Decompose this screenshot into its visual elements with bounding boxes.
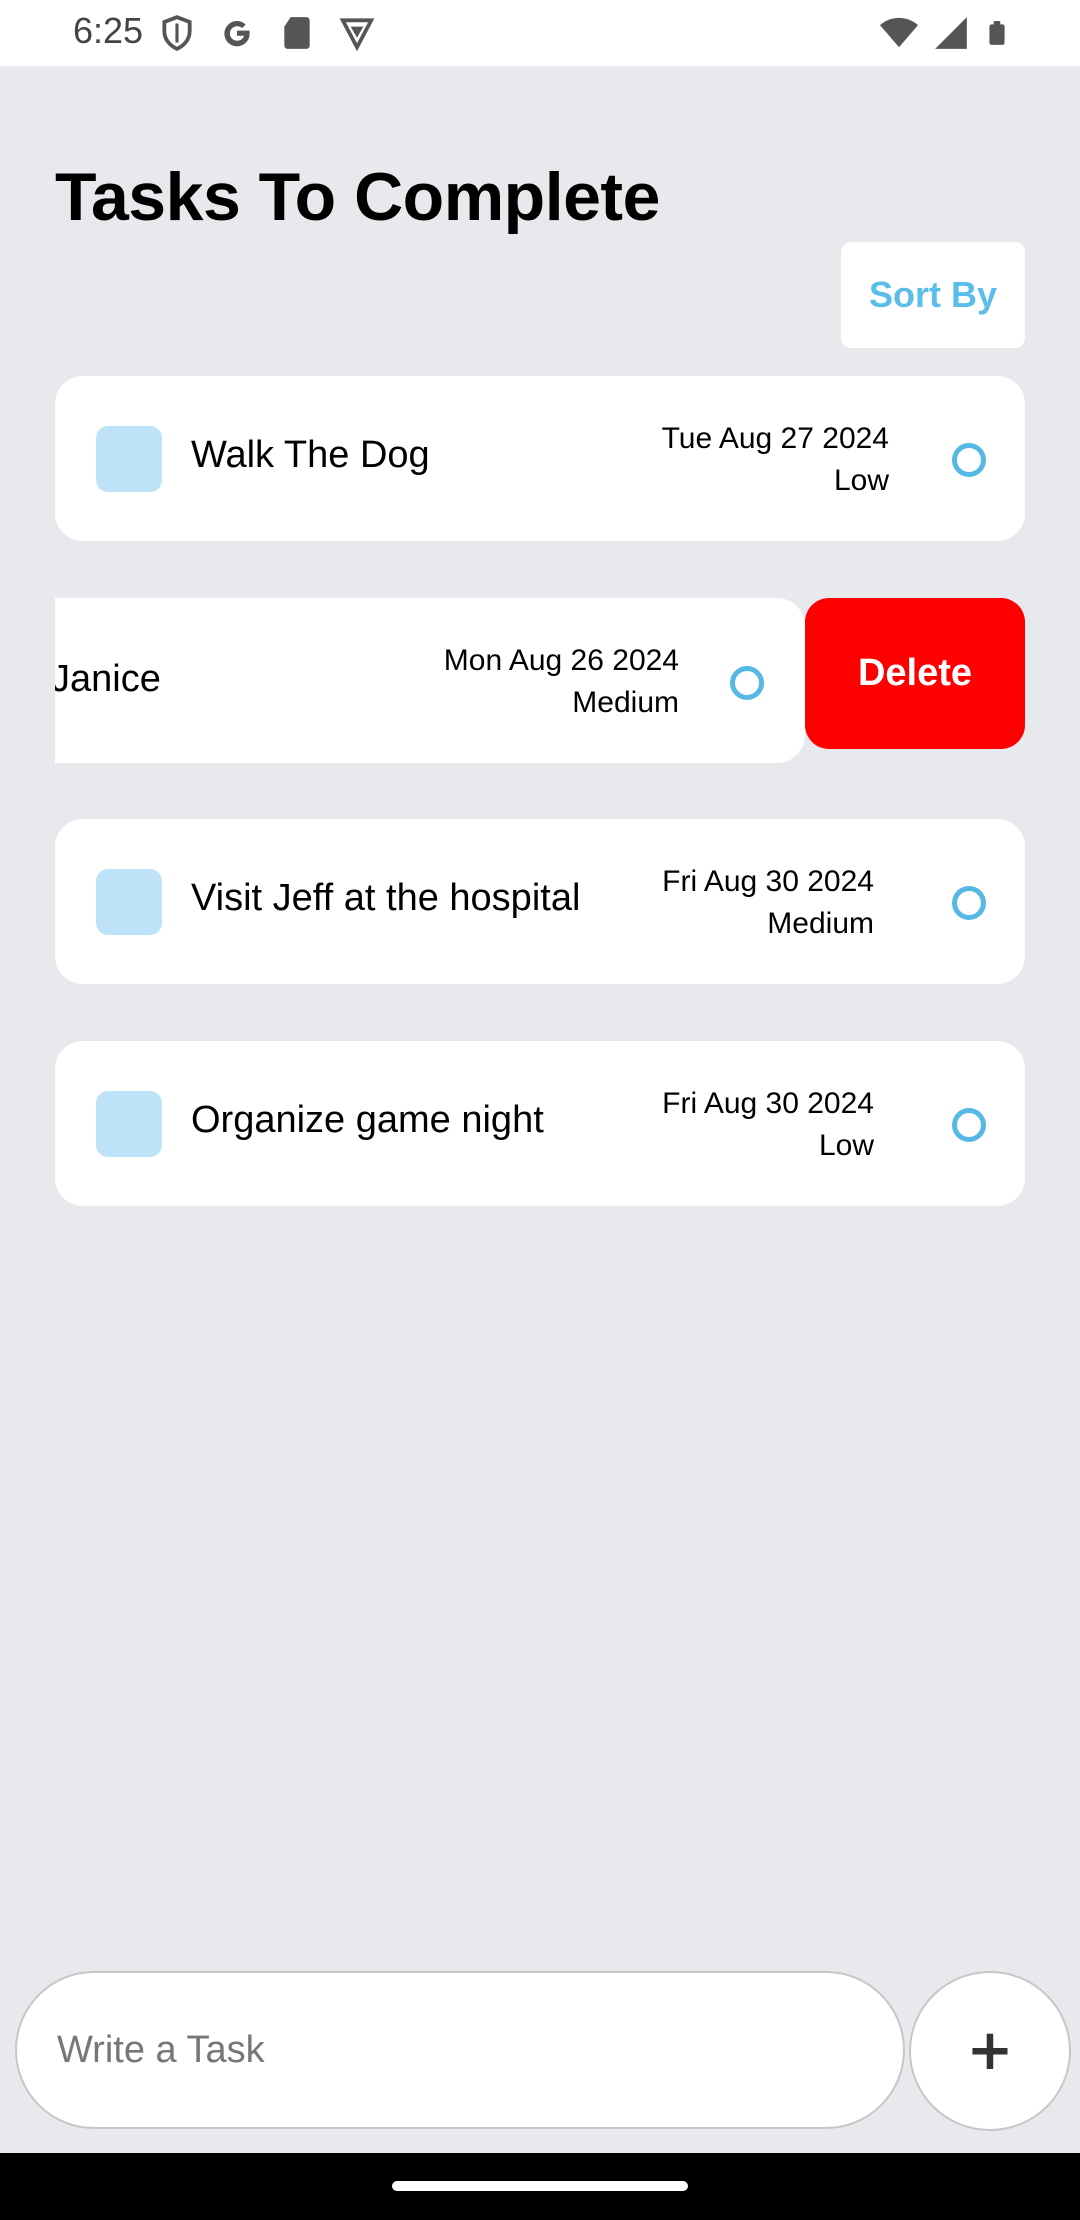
status-bar: 6:25 xyxy=(0,0,1080,66)
delete-button[interactable]: Delete xyxy=(805,598,1025,749)
task-meta: Fri Aug 30 2024 Medium xyxy=(662,861,874,945)
status-notification-icons xyxy=(158,14,376,52)
task-title: Organize game night xyxy=(191,1099,544,1141)
task-priority: Medium xyxy=(572,686,679,719)
home-indicator[interactable] xyxy=(392,2181,688,2191)
task-checkbox[interactable] xyxy=(96,1091,162,1157)
task-priority: Low xyxy=(833,464,889,497)
task-priority: Low xyxy=(818,1129,874,1162)
shield-icon xyxy=(162,15,192,51)
add-task-button[interactable]: + xyxy=(909,1971,1071,2131)
task-date: Tue Aug 27 2024 xyxy=(661,422,889,455)
page-title: Tasks To Complete xyxy=(55,159,660,235)
task-card[interactable]: Walk The Dog Tue Aug 27 2024 Low xyxy=(55,376,1025,541)
status-time: 6:25 xyxy=(73,10,144,51)
task-priority: Medium xyxy=(767,907,874,940)
task-checkbox[interactable] xyxy=(96,869,162,935)
signal-icon xyxy=(935,17,967,49)
task-meta: Fri Aug 30 2024 Low xyxy=(662,1083,874,1167)
task-card[interactable]: Visit Jeff at the hospital Fri Aug 30 20… xyxy=(55,819,1025,984)
task-title: Walk The Dog xyxy=(191,434,430,476)
task-input[interactable] xyxy=(15,1971,905,2129)
task-meta: Mon Aug 26 2024 Medium xyxy=(444,640,679,724)
vpn-icon xyxy=(339,18,375,52)
task-meta: Tue Aug 27 2024 Low xyxy=(662,418,889,502)
task-complete-toggle[interactable] xyxy=(952,443,986,477)
task-complete-toggle[interactable] xyxy=(730,666,764,700)
wifi-icon xyxy=(880,17,918,48)
battery-icon xyxy=(989,21,1005,45)
task-title: Janice xyxy=(55,658,161,700)
task-complete-toggle[interactable] xyxy=(952,886,986,920)
task-checkbox[interactable] xyxy=(96,426,162,492)
task-date: Fri Aug 30 2024 xyxy=(662,1087,874,1120)
task-complete-toggle[interactable] xyxy=(952,1108,986,1142)
task-title: Visit Jeff at the hospital xyxy=(191,877,581,919)
google-icon xyxy=(224,20,250,47)
status-system-icons xyxy=(880,14,1010,52)
sd-card-icon xyxy=(284,17,310,49)
task-date: Fri Aug 30 2024 xyxy=(662,865,874,898)
task-date: Mon Aug 26 2024 xyxy=(443,644,679,677)
sort-by-button[interactable]: Sort By xyxy=(841,242,1025,348)
task-card[interactable]: Organize game night Fri Aug 30 2024 Low xyxy=(55,1041,1025,1206)
task-card-swiped[interactable]: Janice Mon Aug 26 2024 Medium xyxy=(55,598,805,763)
